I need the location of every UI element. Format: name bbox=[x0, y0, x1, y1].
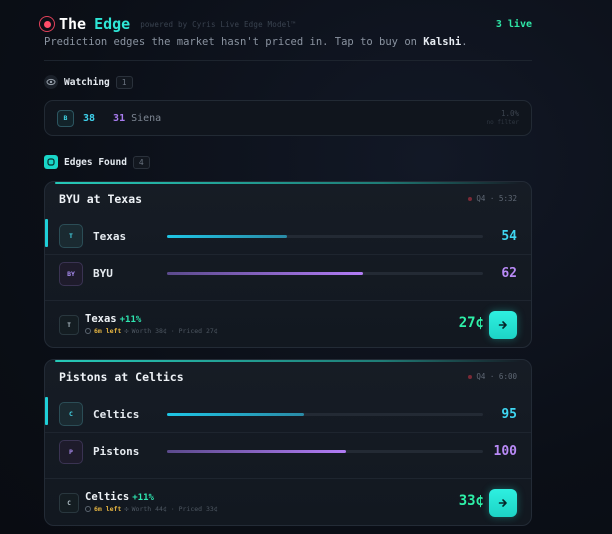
buy-price: 33¢ bbox=[458, 493, 484, 509]
team-name: Texas bbox=[93, 229, 127, 243]
arrow-right-icon bbox=[498, 321, 507, 329]
watch-score-a: 38 bbox=[83, 112, 96, 124]
time-left: 6m left bbox=[94, 327, 122, 335]
probability-track bbox=[167, 272, 483, 275]
buy-price: 27¢ bbox=[458, 315, 484, 331]
time-left: 6m left bbox=[94, 505, 122, 513]
team-row[interactable]: BY BYU 62 bbox=[45, 255, 531, 292]
live-indicator-icon bbox=[39, 16, 55, 32]
live-count: 3 live bbox=[495, 18, 532, 30]
header-divider bbox=[44, 60, 532, 61]
probability-fill bbox=[167, 234, 288, 238]
pick-team: Celtics +11% bbox=[85, 491, 154, 503]
header: The Edge powered by Cyris Live Edge Mode… bbox=[39, 14, 532, 34]
crosshair-icon: ✣ bbox=[124, 505, 129, 513]
pick-team-name: Texas bbox=[85, 313, 117, 325]
selected-accent bbox=[45, 219, 48, 247]
clock-icon bbox=[85, 506, 91, 512]
team-row[interactable]: P Pistons 100 bbox=[45, 433, 531, 470]
watching-count-badge: 1 bbox=[115, 75, 133, 89]
probability-fill bbox=[167, 450, 346, 453]
page-title: The bbox=[59, 15, 87, 33]
team-badge: B bbox=[57, 109, 74, 127]
game-clock-text: Q4 · 6:00 bbox=[476, 372, 517, 381]
eye-icon bbox=[44, 75, 58, 89]
watch-edge-info: 1.0% no filter bbox=[486, 109, 519, 127]
probability-track bbox=[167, 412, 483, 416]
team-name: Celtics bbox=[93, 407, 140, 421]
probability-track bbox=[167, 234, 483, 238]
edges-found-label: Edges Found bbox=[64, 156, 127, 168]
probability-track bbox=[167, 450, 483, 453]
game-clock-text: Q4 · 5:32 bbox=[476, 194, 517, 203]
pick-details: 6m left ✣ Worth 38¢ · Priced 27¢ bbox=[85, 327, 218, 335]
subtitle-period: . bbox=[461, 36, 468, 48]
watching-card[interactable]: B 38 31 Siena 1.0% no filter bbox=[44, 100, 532, 136]
powered-by-text: powered by Cyris Live Edge Model™ bbox=[140, 19, 296, 29]
live-dot-icon bbox=[468, 374, 473, 379]
card-footer: C Celtics +11% 6m left ✣ Worth 44¢ · Pric… bbox=[45, 478, 531, 525]
team-badge: BY bbox=[59, 261, 83, 286]
team-probability: 62 bbox=[501, 266, 517, 281]
card-footer: T Texas +11% 6m left ✣ Worth 38¢ · Priced… bbox=[45, 300, 531, 347]
crosshair-icon: ✣ bbox=[124, 327, 129, 335]
watch-edge-value: 1.0% bbox=[500, 109, 519, 118]
team-badge: C bbox=[59, 402, 83, 426]
pick-team-name: Celtics bbox=[85, 491, 130, 503]
team-row[interactable]: C Celtics 95 bbox=[45, 396, 531, 433]
edges-count-badge: 4 bbox=[132, 155, 150, 169]
game-title: Pistons at Celtics bbox=[59, 370, 184, 384]
game-title: BYU at Texas bbox=[59, 192, 143, 206]
probability-fill bbox=[167, 272, 363, 275]
watch-edge-note: no filter bbox=[486, 119, 519, 126]
team-probability: 54 bbox=[501, 228, 517, 244]
subtitle-text: Prediction edges the market hasn't price… bbox=[44, 36, 424, 48]
pick-details: 6m left ✣ Worth 44¢ · Priced 33¢ bbox=[85, 505, 218, 513]
edge-card[interactable]: BYU at Texas Q4 · 5:32 T Texas 54 BY BYU… bbox=[44, 181, 532, 348]
team-name: BYU bbox=[93, 267, 113, 280]
buy-button[interactable] bbox=[489, 311, 517, 339]
team-row[interactable]: T Texas 54 bbox=[45, 218, 531, 255]
pick-team: Texas +11% bbox=[85, 313, 141, 325]
worth-priced-text: Worth 44¢ · Priced 33¢ bbox=[131, 505, 218, 513]
watching-section-header: Watching 1 bbox=[44, 75, 133, 89]
pick-edge: +11% bbox=[119, 315, 142, 325]
edge-icon bbox=[44, 155, 58, 169]
buy-button[interactable] bbox=[489, 489, 517, 517]
team-badge: T bbox=[59, 224, 83, 248]
live-dot-icon bbox=[468, 196, 473, 201]
watch-team-name: Siena bbox=[131, 112, 162, 124]
pick-edge: +11% bbox=[132, 493, 154, 503]
pick-team-badge: C bbox=[59, 493, 79, 513]
team-probability: 95 bbox=[501, 406, 517, 422]
team-probability: 100 bbox=[493, 444, 517, 459]
pick-team-badge: T bbox=[59, 315, 79, 335]
kalshi-link[interactable]: Kalshi bbox=[423, 36, 461, 48]
game-clock: Q4 · 5:32 bbox=[468, 194, 517, 203]
edge-card[interactable]: Pistons at Celtics Q4 · 6:00 C Celtics 9… bbox=[44, 359, 532, 526]
page-subtitle: Prediction edges the market hasn't price… bbox=[44, 36, 468, 48]
watch-score-b: 31 bbox=[113, 112, 126, 124]
worth-priced-text: Worth 38¢ · Priced 27¢ bbox=[131, 327, 218, 335]
page-title-accent: Edge bbox=[94, 15, 131, 33]
arrow-right-icon bbox=[498, 499, 507, 507]
clock-icon bbox=[85, 328, 91, 334]
team-name: Pistons bbox=[93, 445, 140, 458]
team-badge: P bbox=[59, 439, 83, 464]
selected-accent bbox=[45, 397, 48, 425]
watching-label: Watching bbox=[64, 76, 110, 88]
probability-fill bbox=[167, 412, 305, 416]
game-clock: Q4 · 6:00 bbox=[468, 372, 517, 381]
edges-section-header: Edges Found 4 bbox=[44, 155, 150, 169]
